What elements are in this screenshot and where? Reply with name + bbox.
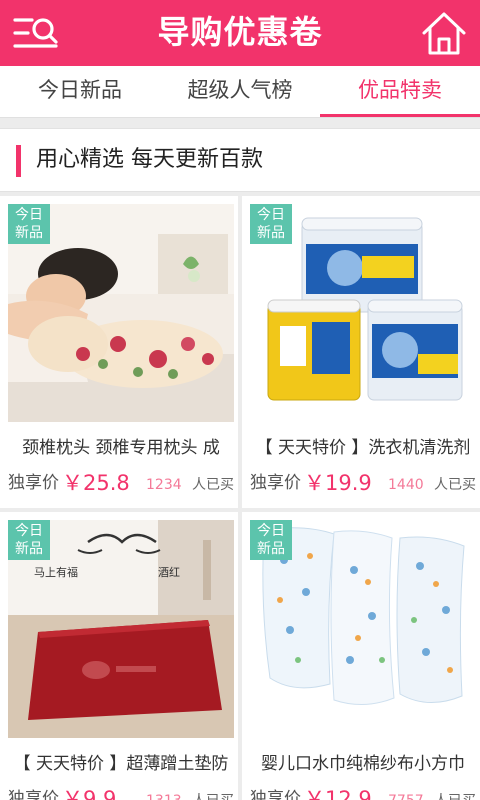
section-accent-bar bbox=[16, 145, 21, 177]
home-icon bbox=[422, 12, 466, 55]
badge-line-1: 今日 bbox=[257, 523, 285, 539]
sold-label: 人已买 bbox=[434, 786, 476, 800]
page-title: 导购优惠卷 bbox=[157, 13, 323, 51]
product-price: ￥19.9 bbox=[304, 471, 372, 495]
price-label: 独享价 bbox=[250, 789, 301, 800]
badge-line-2: 新品 bbox=[15, 541, 43, 557]
product-card[interactable]: 今日 新品 【 天天特价 】洗衣机清洗剂 独享价 ￥19.9 1440 人已买 bbox=[242, 196, 480, 508]
sold-count: 1234 bbox=[146, 477, 182, 493]
price-row: 独享价 ￥25.8 1234 人已买 bbox=[0, 468, 238, 498]
badge-line-1: 今日 bbox=[15, 207, 43, 223]
price-row: 独享价 ￥9.9 1313 人已买 bbox=[0, 784, 238, 800]
product-image[interactable]: 今日 新品 bbox=[250, 204, 476, 422]
tab-special-sale[interactable]: 优品特卖 bbox=[320, 66, 480, 117]
product-title[interactable]: 【 天天特价 】洗衣机清洗剂 bbox=[250, 434, 476, 462]
badge-line-2: 新品 bbox=[15, 225, 43, 241]
new-today-badge: 今日 新品 bbox=[250, 204, 292, 244]
price-label: 独享价 bbox=[8, 789, 59, 800]
tab-today-new[interactable]: 今日新品 bbox=[0, 66, 160, 117]
mat-caption-right: 酒红 bbox=[158, 566, 180, 579]
tab-popular[interactable]: 超级人气榜 bbox=[160, 66, 320, 117]
app-header: 导购优惠卷 bbox=[0, 0, 480, 66]
product-title[interactable]: 【 天天特价 】超薄蹭土垫防 bbox=[8, 750, 234, 778]
section-header: 用心精选 每天更新百款 bbox=[0, 128, 480, 192]
sold-label: 人已买 bbox=[192, 786, 234, 800]
new-today-badge: 今日 新品 bbox=[8, 520, 50, 560]
product-grid: 今日 新品 颈椎枕头 颈椎专用枕头 成 独享价 ￥25.8 1234 人已买 今… bbox=[0, 196, 480, 800]
product-card[interactable]: 今日 新品 颈椎枕头 颈椎专用枕头 成 独享价 ￥25.8 1234 人已买 bbox=[0, 196, 238, 508]
badge-line-1: 今日 bbox=[257, 207, 285, 223]
new-today-badge: 今日 新品 bbox=[8, 204, 50, 244]
product-card[interactable]: 今日 新品 婴儿口水巾纯棉纱布小方巾 独享价 ￥12.9 7757 人已买 bbox=[242, 512, 480, 800]
product-price: ￥9.9 bbox=[62, 787, 117, 800]
sold-label: 人已买 bbox=[192, 477, 234, 493]
price-label: 独享价 bbox=[250, 473, 301, 493]
sold-count: 7757 bbox=[388, 786, 424, 800]
price-label: 独享价 bbox=[8, 473, 59, 493]
product-image[interactable]: 马上有福 酒红 今日 新品 bbox=[8, 520, 234, 738]
product-title[interactable]: 颈椎枕头 颈椎专用枕头 成 bbox=[8, 434, 234, 462]
badge-line-2: 新品 bbox=[257, 541, 285, 557]
sold-label: 人已买 bbox=[434, 477, 476, 493]
badge-line-2: 新品 bbox=[257, 225, 285, 241]
badge-line-1: 今日 bbox=[15, 523, 43, 539]
product-image[interactable]: 今日 新品 bbox=[8, 204, 234, 422]
sold-count: 1440 bbox=[388, 477, 424, 493]
home-button[interactable] bbox=[420, 9, 468, 57]
sold-count: 1313 bbox=[146, 786, 182, 800]
product-card[interactable]: 马上有福 酒红 今日 新品 【 天天特价 】超薄蹭土垫防 独享价 ￥9.9 13… bbox=[0, 512, 238, 800]
product-title[interactable]: 婴儿口水巾纯棉纱布小方巾 bbox=[250, 750, 476, 778]
new-today-badge: 今日 新品 bbox=[250, 520, 292, 560]
mat-caption-left: 马上有福 bbox=[34, 566, 78, 579]
section-title: 用心精选 每天更新百款 bbox=[36, 147, 263, 172]
price-row: 独享价 ￥12.9 7757 人已买 bbox=[242, 784, 480, 800]
product-price: ￥12.9 bbox=[304, 787, 372, 800]
product-price: ￥25.8 bbox=[62, 471, 130, 495]
product-image[interactable]: 今日 新品 bbox=[250, 520, 476, 738]
tab-bar: 今日新品 超级人气榜 优品特卖 bbox=[0, 66, 480, 118]
price-row: 独享价 ￥19.9 1440 人已买 bbox=[242, 468, 480, 498]
